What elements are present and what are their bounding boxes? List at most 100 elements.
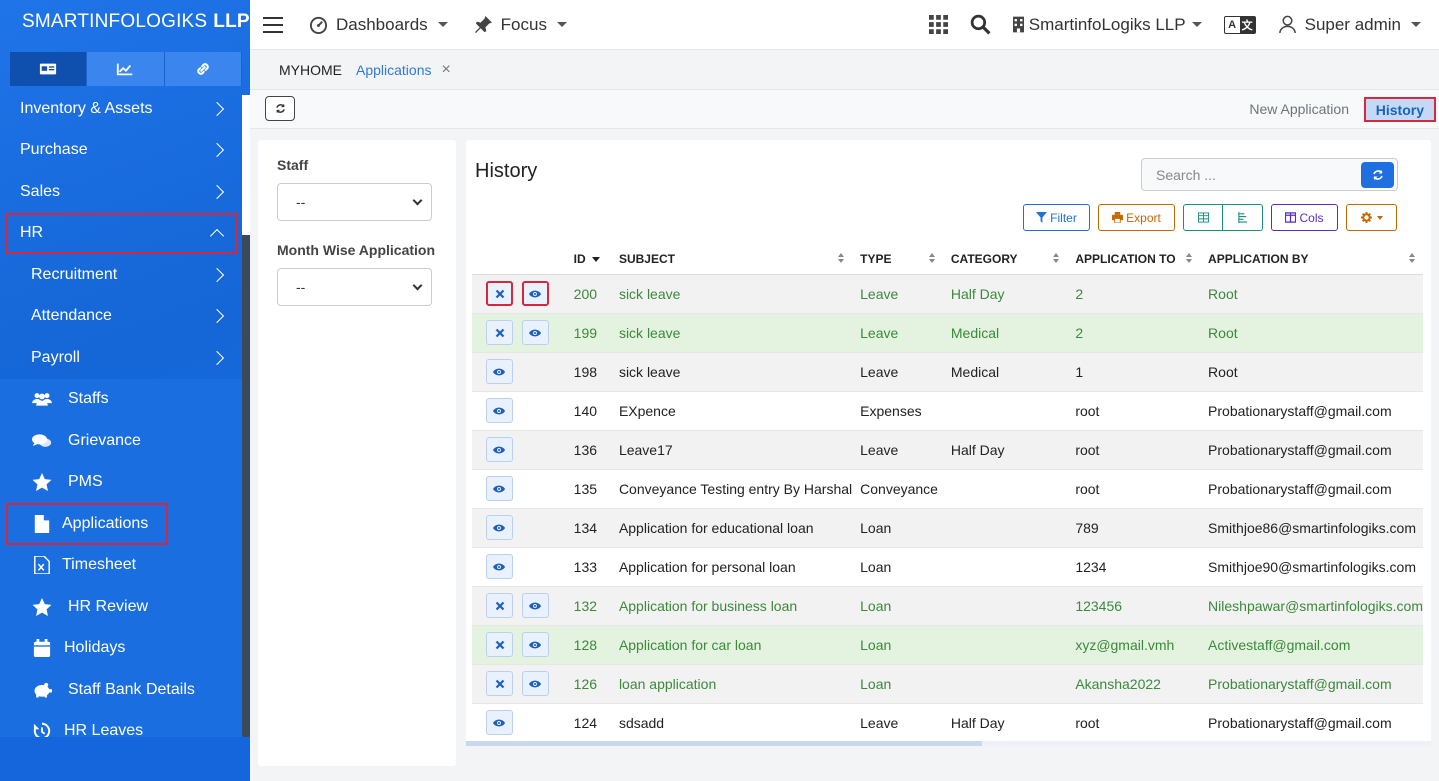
sidebar-item-grievance[interactable]: Grievance <box>0 420 250 462</box>
search-refresh-button[interactable] <box>1361 162 1394 188</box>
search-input[interactable]: Search ... <box>1141 158 1398 191</box>
header-id[interactable]: ID <box>565 244 611 275</box>
focus-dropdown[interactable]: Focus <box>474 15 567 35</box>
table-row[interactable]: 134 Application for educational loan Loan 7… <box>472 508 1423 547</box>
view-button[interactable] <box>486 515 513 540</box>
delete-button[interactable] <box>486 281 513 306</box>
menu-payroll[interactable]: Payroll <box>0 337 250 379</box>
dashboards-dropdown[interactable]: Dashboards <box>309 15 448 35</box>
history-button[interactable]: History <box>1363 97 1436 122</box>
sidebar-item-staffs[interactable]: Staffs <box>0 379 250 421</box>
search-button[interactable] <box>970 14 991 35</box>
cell-id: 133 <box>573 558 598 575</box>
table-row[interactable]: 132 Application for business loan Loan 1234… <box>472 586 1423 625</box>
menu-inventory-assets[interactable]: Inventory & Assets <box>0 88 250 130</box>
row-action-cell <box>521 625 566 664</box>
delete-button[interactable] <box>486 671 513 696</box>
view-button[interactable] <box>521 281 549 306</box>
new-application-link[interactable]: New Application <box>1249 101 1349 117</box>
settings-dropdown-button[interactable] <box>1346 204 1397 231</box>
table-view-button[interactable] <box>1183 204 1223 231</box>
user-icon <box>1278 15 1296 34</box>
view-button[interactable] <box>521 593 549 618</box>
delete-button[interactable] <box>486 632 513 657</box>
refresh-button[interactable] <box>265 96 295 121</box>
sidebar-item-pms[interactable]: PMS <box>0 462 250 504</box>
sidebar-scrollbar[interactable] <box>242 95 250 737</box>
eye-icon <box>493 483 506 495</box>
menu-recruitment[interactable]: Recruitment <box>0 254 250 296</box>
view-button[interactable] <box>521 671 549 696</box>
export-button[interactable]: Export <box>1098 204 1175 231</box>
month-filter-label: Month Wise Application <box>277 242 436 258</box>
view-button[interactable] <box>486 710 513 735</box>
sidebar-item-applications[interactable]: Applications <box>6 503 168 545</box>
menu-sales[interactable]: Sales <box>0 171 250 213</box>
language-button[interactable]: A文 <box>1223 15 1256 34</box>
header-application-by[interactable]: APPLICATION BY <box>1200 244 1423 275</box>
sidebar-item-staff-bank-details[interactable]: Staff Bank Details <box>0 669 250 711</box>
list-view-button[interactable] <box>1223 204 1263 231</box>
caret-down-icon <box>1411 22 1421 27</box>
table-row[interactable]: 140 EXpence Expenses root Probationarystaff@… <box>472 391 1423 430</box>
table-row[interactable]: 135 Conveyance Testing entry By Harshal Co… <box>472 469 1423 508</box>
id-card-icon <box>40 63 57 75</box>
header-category-label: CATEGORY <box>950 251 1018 266</box>
table-row[interactable]: 128 Application for car loan Loan xyz@gmail… <box>472 625 1423 664</box>
sidebar-item-label: Grievance <box>68 431 141 449</box>
view-button[interactable] <box>486 398 513 423</box>
view-button[interactable] <box>521 320 549 345</box>
cell-application-by: Smithjoe90@smartinfologiks.com <box>1208 558 1417 575</box>
cell-id: 134 <box>573 519 598 536</box>
brand-logo[interactable]: SMARTINFOLOGIKS LLP <box>0 0 250 44</box>
header-subject[interactable]: SUBJECT <box>610 244 853 275</box>
table-row[interactable]: 200 sick leave Leave Half Day 2 Root <box>472 274 1423 313</box>
table-row[interactable]: 136 Leave17 Leave Half Day root Probationarys… <box>472 430 1423 469</box>
breadcrumb-current-tab[interactable]: Applications <box>356 62 432 78</box>
header-to-label: APPLICATION TO <box>1075 251 1176 266</box>
view-button[interactable] <box>486 476 513 501</box>
delete-button[interactable] <box>486 593 513 618</box>
sidebar-item-hr-review[interactable]: HR Review <box>0 586 250 628</box>
view-button[interactable] <box>486 359 513 384</box>
tab-id-card[interactable] <box>10 52 88 86</box>
cell-type: Leave <box>860 363 899 380</box>
scrollbar-thumb[interactable] <box>466 741 982 746</box>
filter-label: Filter <box>1050 210 1077 225</box>
menu-purchase[interactable]: Purchase <box>0 130 250 172</box>
view-button[interactable] <box>486 554 513 579</box>
table-row[interactable]: 133 Application for personal loan Loan 1234… <box>472 547 1423 586</box>
sidebar-item-timesheet[interactable]: Timesheet <box>0 545 250 587</box>
header-type[interactable]: TYPE <box>852 244 943 275</box>
scrollbar-thumb[interactable] <box>242 95 250 235</box>
close-tab-icon[interactable]: × <box>442 61 451 79</box>
delete-button[interactable] <box>486 320 513 345</box>
table-row[interactable]: 126 loan application Loan Akansha2022 Probat… <box>472 664 1423 703</box>
filter-button[interactable]: Filter <box>1023 204 1090 231</box>
columns-button[interactable]: Cols <box>1271 204 1338 231</box>
table-row[interactable]: 124 sdsadd Leave Half Day root Probationaryst… <box>472 703 1423 742</box>
cell-application-by: Probationarystaff@gmail.com <box>1208 480 1392 497</box>
month-select[interactable]: -- <box>277 268 432 306</box>
hamburger-menu-icon[interactable] <box>263 16 283 33</box>
breadcrumb-home[interactable]: MYHOME <box>279 62 342 78</box>
apps-grid-button[interactable] <box>928 15 948 34</box>
table-row[interactable]: 199 sick leave Leave Medical 2 Root <box>472 313 1423 352</box>
close-icon <box>494 600 506 612</box>
view-button[interactable] <box>486 437 513 462</box>
menu-hr[interactable]: HR <box>6 212 237 254</box>
row-action-cell <box>521 586 566 625</box>
tab-link[interactable] <box>164 52 242 86</box>
staff-select[interactable]: -- <box>277 183 432 221</box>
sidebar-item-holidays[interactable]: Holidays <box>0 628 250 670</box>
header-application-to[interactable]: APPLICATION TO <box>1067 244 1201 275</box>
table-row[interactable]: 198 sick leave Leave Medical 1 Root <box>472 352 1423 391</box>
company-dropdown[interactable]: SmartinfoLogiks LLP <box>1012 15 1202 35</box>
header-category[interactable]: CATEGORY <box>942 244 1068 275</box>
funnel-icon <box>1036 212 1048 223</box>
tab-chart[interactable] <box>87 52 165 86</box>
user-dropdown[interactable]: Super admin <box>1278 15 1421 35</box>
view-button[interactable] <box>521 632 549 657</box>
table-horizontal-scrollbar[interactable] <box>466 741 1431 746</box>
menu-attendance[interactable]: Attendance <box>0 296 250 338</box>
